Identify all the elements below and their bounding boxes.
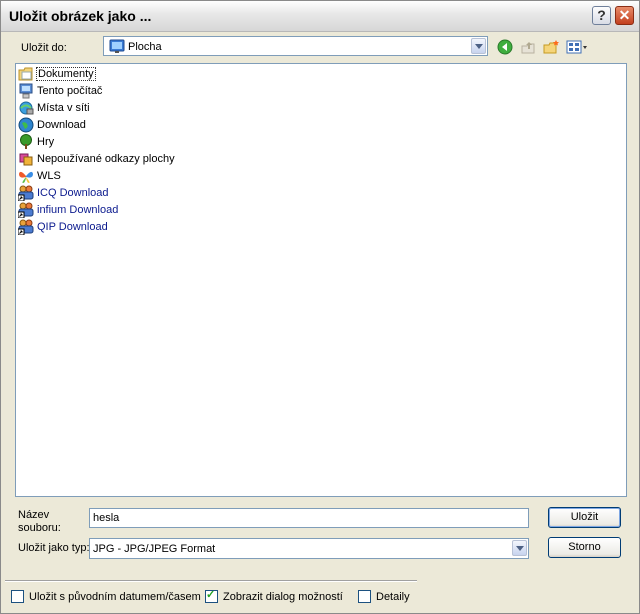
save-in-dropdown[interactable]: Plocha <box>103 36 488 56</box>
filetype-dropdown[interactable]: JPG - JPG/JPEG Format <box>89 538 529 559</box>
unused-shortcuts-icon <box>19 153 33 166</box>
help-button[interactable]: ? <box>592 6 611 25</box>
title-bar[interactable]: Uložit obrázek jako ... ? ✕ <box>1 1 639 32</box>
filename-label-line2: souboru: <box>18 522 61 534</box>
list-item-download[interactable]: Download <box>18 117 87 133</box>
save-button[interactable]: Uložit <box>548 507 621 528</box>
view-menu-icon[interactable] <box>566 39 588 55</box>
back-icon[interactable] <box>497 39 513 55</box>
checkbox-unchecked[interactable] <box>11 590 24 603</box>
up-folder-icon[interactable] <box>520 39 536 55</box>
list-item-qip-download[interactable]: QIP Download <box>18 219 109 235</box>
users-shortcut-icon <box>18 202 34 218</box>
options-separator <box>5 580 417 582</box>
chevron-down-icon[interactable] <box>471 38 486 54</box>
filename-label-line1: Název <box>18 509 50 521</box>
cancel-button[interactable]: Storno <box>548 537 621 558</box>
chevron-down-icon[interactable] <box>512 540 527 556</box>
desktop-icon <box>109 39 125 53</box>
list-item-mista-v-siti[interactable]: Místa v síti <box>18 100 91 116</box>
list-item-nepouzivane-odkazy[interactable]: Nepoužívané odkazy plochy <box>18 151 176 167</box>
filetype-value: JPG - JPG/JPEG Format <box>93 543 216 555</box>
list-item-infium-download[interactable]: infium Download <box>18 202 119 218</box>
save-image-dialog: Uložit obrázek jako ... ? ✕ Uložit do: P… <box>0 0 640 614</box>
my-computer-icon <box>19 83 33 99</box>
list-item-icq-download[interactable]: ICQ Download <box>18 185 110 201</box>
list-item-dokumenty[interactable]: Dokumenty <box>18 66 96 82</box>
list-item-hry[interactable]: Hry <box>18 134 55 150</box>
filename-input[interactable]: hesla <box>89 508 529 528</box>
file-list[interactable]: Dokumenty Tento počítač Místa v síti Dow… <box>15 63 627 497</box>
checkbox-unchecked[interactable] <box>358 590 371 603</box>
list-item-tento-pocitac[interactable]: Tento počítač <box>18 83 103 99</box>
documents-folder-icon <box>18 67 33 81</box>
keep-date-checkbox[interactable]: Uložit s původním datumem/časem <box>11 590 201 603</box>
details-checkbox[interactable]: Detaily <box>358 590 410 603</box>
checkbox-checked[interactable] <box>205 588 218 603</box>
butterfly-icon <box>19 171 33 183</box>
show-options-checkbox[interactable]: Zobrazit dialog možností <box>205 588 343 603</box>
close-button[interactable]: ✕ <box>615 6 634 25</box>
users-shortcut-icon <box>18 185 34 201</box>
users-shortcut-icon <box>18 219 34 235</box>
filetype-label: Uložit jako typ: <box>18 542 90 554</box>
list-item-wls[interactable]: WLS <box>18 168 62 184</box>
dialog-title: Uložit obrázek jako ... <box>9 8 152 24</box>
globe-folder-icon <box>18 117 34 133</box>
new-folder-icon[interactable] <box>543 39 559 55</box>
tree-icon <box>20 134 32 149</box>
save-in-value: Plocha <box>128 41 162 53</box>
network-places-icon <box>19 101 34 115</box>
save-in-label: Uložit do: <box>21 42 67 54</box>
